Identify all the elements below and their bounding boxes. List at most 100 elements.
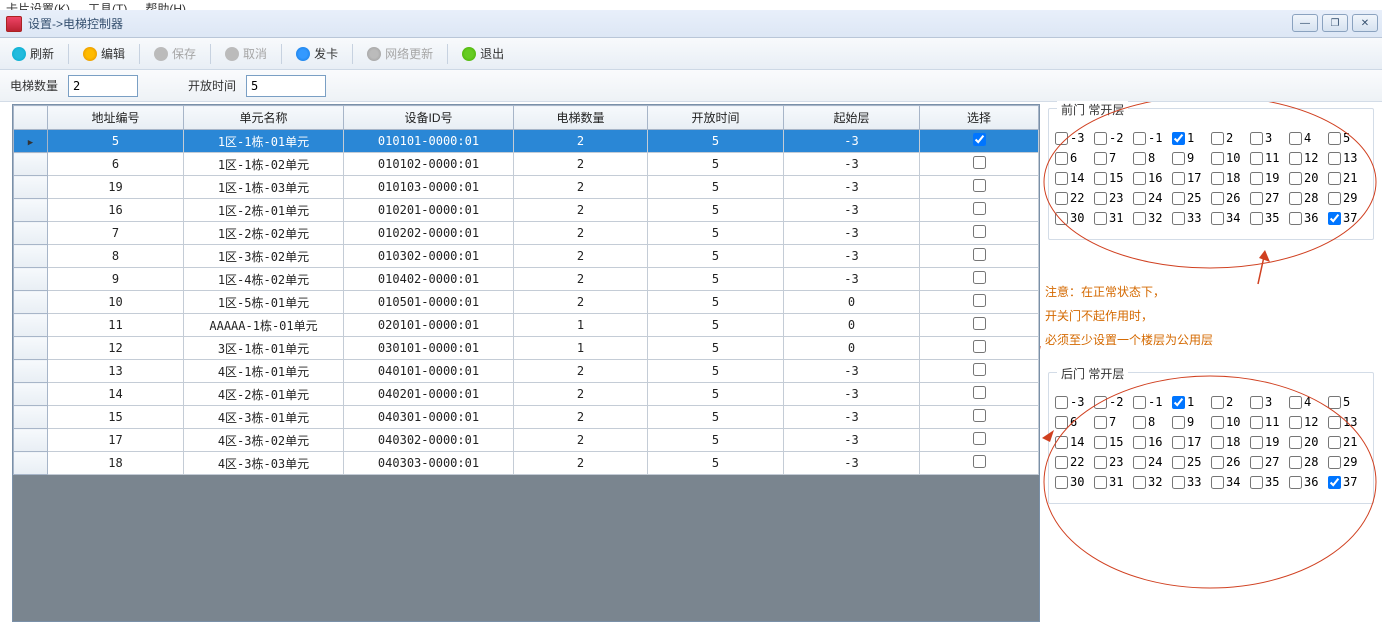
table-row[interactable]: 11AAAAA-1栋-01单元020101-0000:01150 <box>14 314 1039 337</box>
table-row[interactable]: 174区-3栋-02单元040302-0000:0125-3 <box>14 429 1039 452</box>
floor-checkbox[interactable] <box>1172 192 1185 205</box>
cell-dev[interactable]: 010201-0000:01 <box>344 199 514 222</box>
floor-checkbox[interactable] <box>1328 172 1341 185</box>
cell-addr[interactable]: 7 <box>48 222 184 245</box>
cell-unit[interactable]: 1区-1栋-02单元 <box>184 153 344 176</box>
floor-checkbox[interactable] <box>1211 172 1224 185</box>
row-header[interactable] <box>14 130 48 153</box>
table-row[interactable]: 144区-2栋-01单元040201-0000:0125-3 <box>14 383 1039 406</box>
floor-checkbox[interactable] <box>1094 172 1107 185</box>
floor-checkbox[interactable] <box>1172 436 1185 449</box>
row-header[interactable] <box>14 406 48 429</box>
cell-start[interactable]: -3 <box>784 222 920 245</box>
cell-open[interactable]: 5 <box>648 291 784 314</box>
cell-sel[interactable] <box>920 268 1039 291</box>
row-checkbox[interactable] <box>973 202 986 215</box>
cell-start[interactable]: -3 <box>784 406 920 429</box>
cell-cnt[interactable]: 2 <box>514 291 648 314</box>
floor-checkbox[interactable] <box>1172 476 1185 489</box>
cell-dev[interactable]: 030101-0000:01 <box>344 337 514 360</box>
floor-checkbox[interactable] <box>1250 192 1263 205</box>
floor-checkbox[interactable] <box>1172 212 1185 225</box>
row-checkbox[interactable] <box>973 179 986 192</box>
floor-checkbox[interactable] <box>1094 396 1107 409</box>
cell-addr[interactable]: 10 <box>48 291 184 314</box>
floor-checkbox[interactable] <box>1133 132 1146 145</box>
cell-cnt[interactable]: 1 <box>514 314 648 337</box>
cell-unit[interactable]: 4区-3栋-02单元 <box>184 429 344 452</box>
floor-checkbox[interactable] <box>1133 456 1146 469</box>
table-row[interactable]: 134区-1栋-01单元040101-0000:0125-3 <box>14 360 1039 383</box>
col-header[interactable]: 电梯数量 <box>514 106 648 130</box>
cell-start[interactable]: 0 <box>784 314 920 337</box>
cell-dev[interactable]: 020101-0000:01 <box>344 314 514 337</box>
cell-addr[interactable]: 18 <box>48 452 184 475</box>
row-checkbox[interactable] <box>973 156 986 169</box>
row-header[interactable] <box>14 291 48 314</box>
floor-checkbox[interactable] <box>1328 436 1341 449</box>
row-checkbox[interactable] <box>973 409 986 422</box>
cell-dev[interactable]: 040201-0000:01 <box>344 383 514 406</box>
cell-open[interactable]: 5 <box>648 406 784 429</box>
cell-open[interactable]: 5 <box>648 153 784 176</box>
floor-checkbox[interactable] <box>1328 152 1341 165</box>
floor-checkbox[interactable] <box>1133 476 1146 489</box>
cell-sel[interactable] <box>920 452 1039 475</box>
cell-unit[interactable]: 3区-1栋-01单元 <box>184 337 344 360</box>
col-header[interactable]: 地址编号 <box>48 106 184 130</box>
cell-dev[interactable]: 040301-0000:01 <box>344 406 514 429</box>
edit-button[interactable]: 编辑 <box>77 42 131 65</box>
floor-checkbox[interactable] <box>1289 416 1302 429</box>
cell-dev[interactable]: 010101-0000:01 <box>344 130 514 153</box>
table-row[interactable]: 191区-1栋-03单元010103-0000:0125-3 <box>14 176 1039 199</box>
floor-checkbox[interactable] <box>1172 456 1185 469</box>
cell-start[interactable]: -3 <box>784 199 920 222</box>
floor-checkbox[interactable] <box>1211 132 1224 145</box>
cell-addr[interactable]: 11 <box>48 314 184 337</box>
row-checkbox[interactable] <box>973 386 986 399</box>
cell-unit[interactable]: 1区-2栋-01单元 <box>184 199 344 222</box>
cell-dev[interactable]: 010402-0000:01 <box>344 268 514 291</box>
floor-checkbox[interactable] <box>1289 132 1302 145</box>
cell-sel[interactable] <box>920 245 1039 268</box>
floor-checkbox[interactable] <box>1250 152 1263 165</box>
cell-open[interactable]: 5 <box>648 130 784 153</box>
floor-checkbox[interactable] <box>1211 436 1224 449</box>
cell-addr[interactable]: 9 <box>48 268 184 291</box>
cell-addr[interactable]: 15 <box>48 406 184 429</box>
cell-dev[interactable]: 040303-0000:01 <box>344 452 514 475</box>
save-button[interactable]: 保存 <box>148 42 202 65</box>
cell-start[interactable]: -3 <box>784 383 920 406</box>
cell-start[interactable]: -3 <box>784 360 920 383</box>
cell-open[interactable]: 5 <box>648 360 784 383</box>
row-checkbox[interactable] <box>973 432 986 445</box>
row-header[interactable] <box>14 337 48 360</box>
floor-checkbox[interactable] <box>1094 212 1107 225</box>
row-checkbox[interactable] <box>973 317 986 330</box>
cell-start[interactable]: -3 <box>784 429 920 452</box>
cell-start[interactable]: 0 <box>784 291 920 314</box>
floor-checkbox[interactable] <box>1094 436 1107 449</box>
floor-checkbox[interactable] <box>1172 132 1185 145</box>
cell-unit[interactable]: 4区-2栋-01单元 <box>184 383 344 406</box>
table-row[interactable]: 71区-2栋-02单元010202-0000:0125-3 <box>14 222 1039 245</box>
cell-addr[interactable]: 12 <box>48 337 184 360</box>
floor-checkbox[interactable] <box>1172 172 1185 185</box>
floor-checkbox[interactable] <box>1250 416 1263 429</box>
cell-addr[interactable]: 13 <box>48 360 184 383</box>
floor-checkbox[interactable] <box>1055 476 1068 489</box>
floor-checkbox[interactable] <box>1250 456 1263 469</box>
row-header[interactable] <box>14 383 48 406</box>
cell-unit[interactable]: 1区-4栋-02单元 <box>184 268 344 291</box>
floor-checkbox[interactable] <box>1172 416 1185 429</box>
cell-open[interactable]: 5 <box>648 452 784 475</box>
table-row[interactable]: 184区-3栋-03单元040303-0000:0125-3 <box>14 452 1039 475</box>
floor-checkbox[interactable] <box>1055 212 1068 225</box>
cell-unit[interactable]: 1区-2栋-02单元 <box>184 222 344 245</box>
col-header[interactable]: 开放时间 <box>648 106 784 130</box>
cell-unit[interactable]: AAAAA-1栋-01单元 <box>184 314 344 337</box>
cell-dev[interactable]: 040101-0000:01 <box>344 360 514 383</box>
floor-checkbox[interactable] <box>1250 212 1263 225</box>
floor-checkbox[interactable] <box>1094 476 1107 489</box>
row-header[interactable] <box>14 245 48 268</box>
